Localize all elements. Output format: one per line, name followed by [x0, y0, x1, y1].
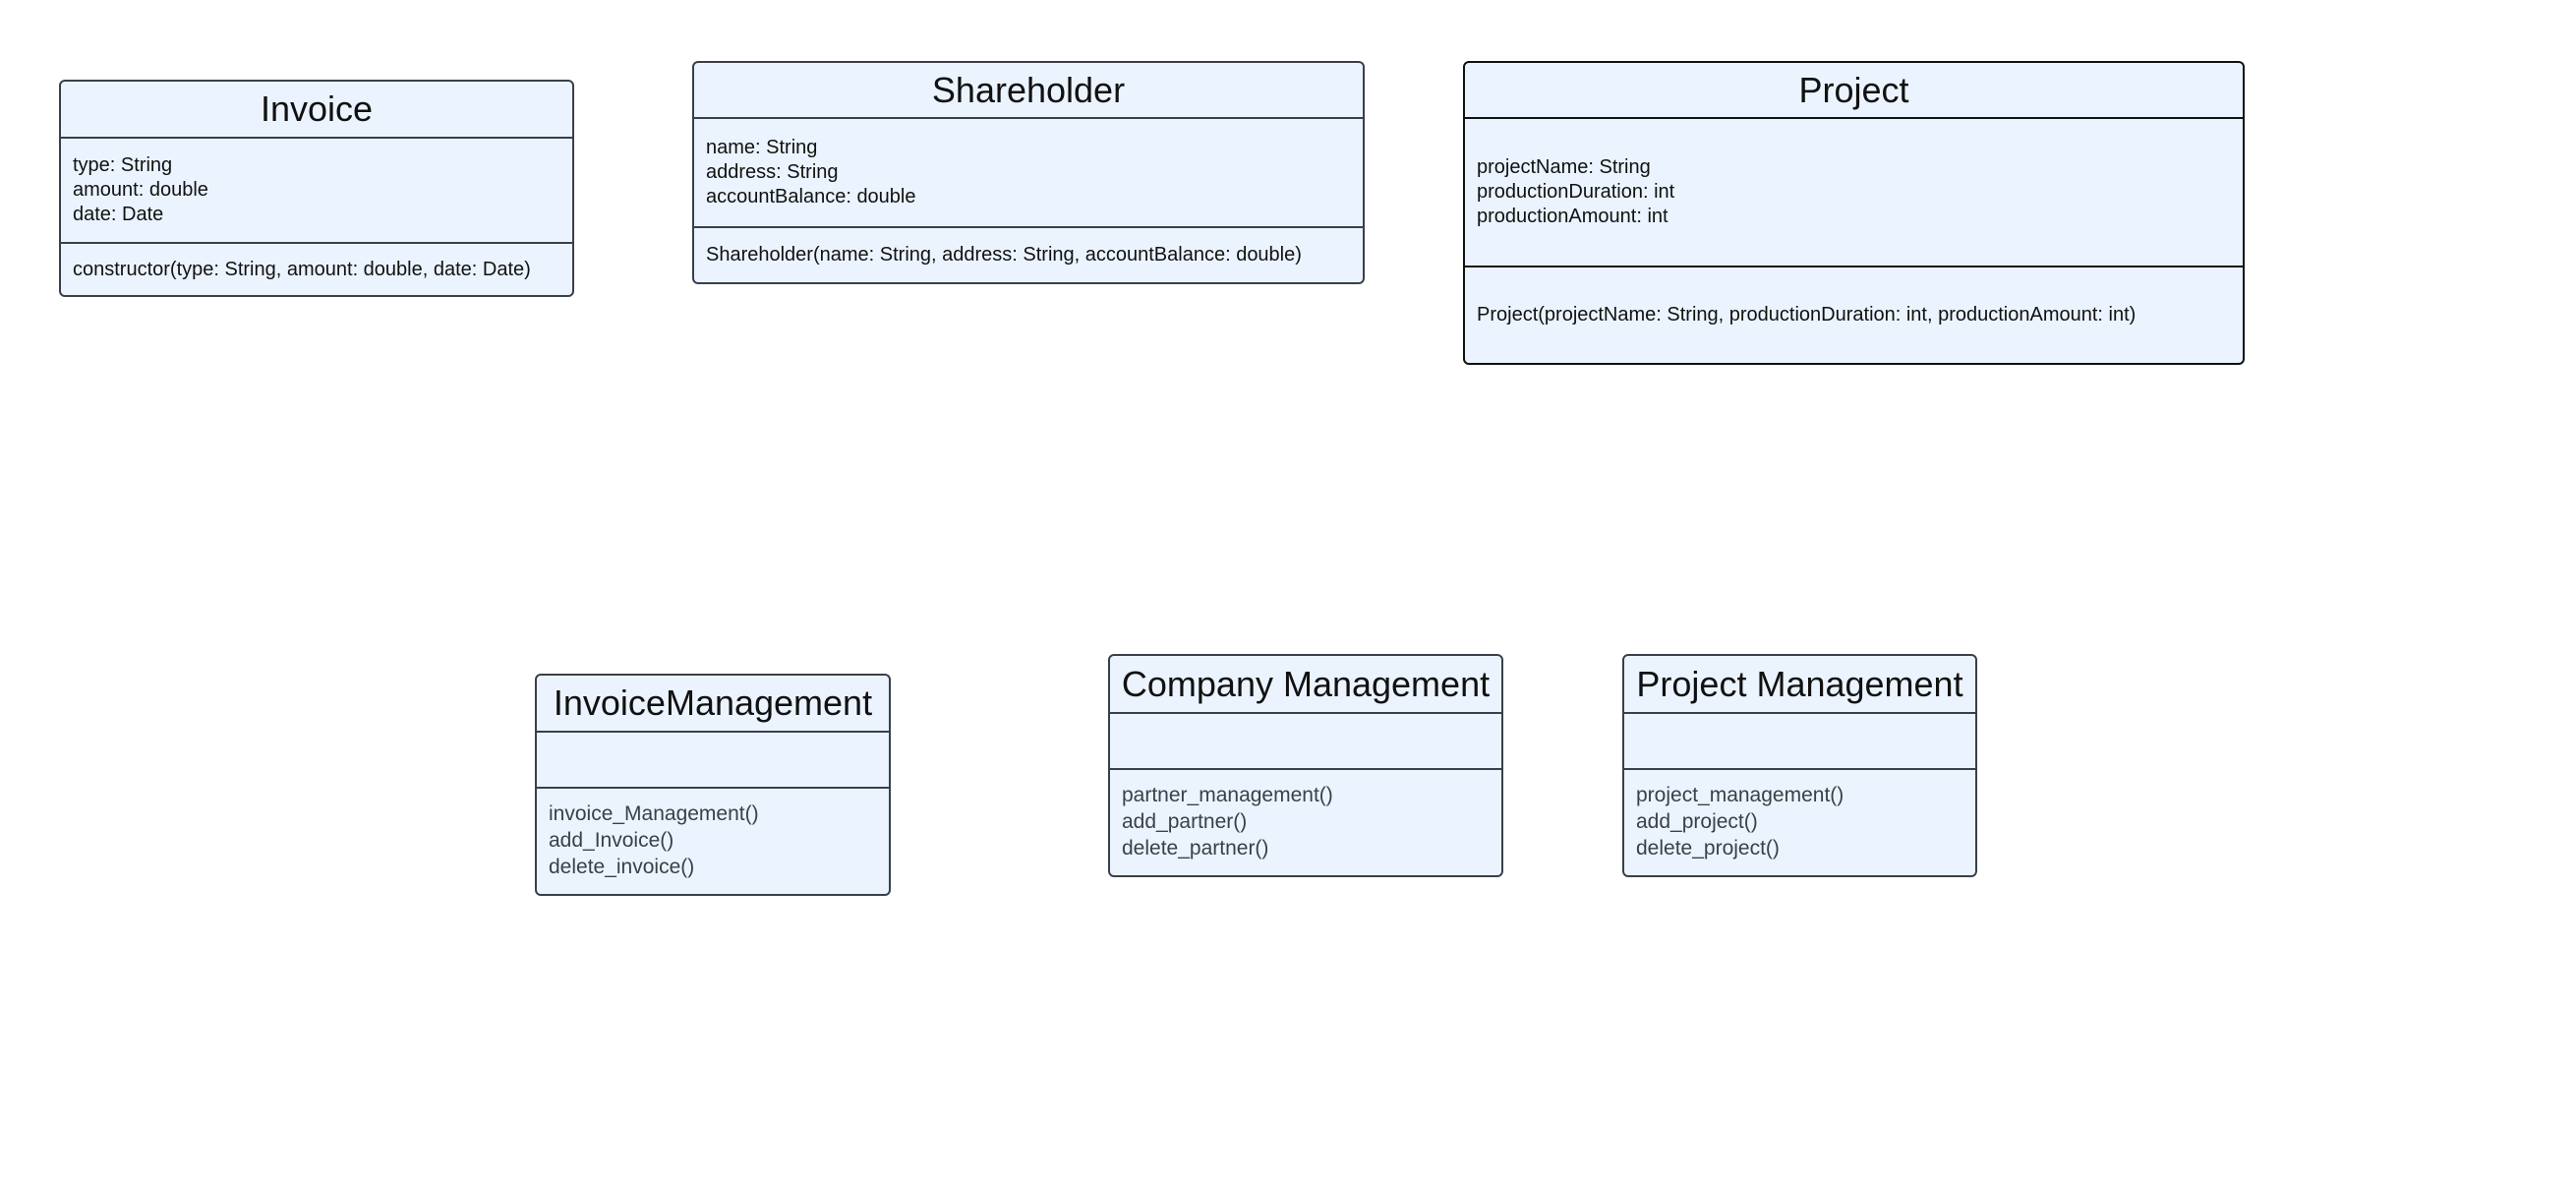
class-name: Company Management — [1110, 656, 1501, 714]
method: delete_partner() — [1122, 837, 1269, 860]
attribute: accountBalance: double — [706, 186, 916, 208]
attribute: projectName: String — [1477, 156, 1651, 178]
class-invoice-management[interactable]: InvoiceManagement invoice_Management() a… — [535, 674, 891, 896]
method: add_project() — [1636, 810, 1758, 833]
method: invoice_Management() — [549, 802, 759, 825]
attributes: name: String address: String accountBala… — [694, 119, 1363, 228]
attributes — [1624, 714, 1975, 770]
class-name: Shareholder — [694, 63, 1363, 119]
method: constructor(type: String, amount: double… — [73, 258, 531, 280]
method: Shareholder(name: String, address: Strin… — [706, 244, 1302, 266]
class-company-management[interactable]: Company Management partner_management() … — [1108, 654, 1503, 877]
methods: project_management() add_project() delet… — [1624, 770, 1975, 875]
class-project[interactable]: Project projectName: String productionDu… — [1463, 61, 2245, 365]
attribute: name: String — [706, 137, 818, 158]
methods: invoice_Management() add_Invoice() delet… — [537, 789, 889, 894]
attribute: productionDuration: int — [1477, 181, 1675, 203]
class-name: InvoiceManagement — [537, 676, 889, 733]
method: add_partner() — [1122, 810, 1248, 833]
class-name: Project Management — [1624, 656, 1975, 714]
attribute: type: String — [73, 154, 173, 176]
class-project-management[interactable]: Project Management project_management() … — [1622, 654, 1977, 877]
methods: Shareholder(name: String, address: Strin… — [694, 228, 1363, 282]
attribute: address: String — [706, 161, 839, 183]
attributes — [537, 733, 889, 789]
attributes: projectName: String productionDuration: … — [1465, 119, 2243, 267]
class-name: Invoice — [61, 82, 572, 139]
class-invoice[interactable]: Invoice type: String amount: double date… — [59, 80, 574, 297]
method: project_management() — [1636, 784, 1844, 806]
methods: constructor(type: String, amount: double… — [61, 244, 572, 295]
method: add_Invoice() — [549, 829, 674, 852]
attribute: amount: double — [73, 179, 208, 201]
method: partner_management() — [1122, 784, 1333, 806]
attribute: date: Date — [73, 204, 164, 225]
methods: Project(projectName: String, productionD… — [1465, 267, 2243, 363]
method: delete_project() — [1636, 837, 1780, 860]
attributes: type: String amount: double date: Date — [61, 139, 572, 244]
methods: partner_management() add_partner() delet… — [1110, 770, 1501, 875]
method: Project(projectName: String, productionD… — [1477, 304, 2137, 326]
attribute: productionAmount: int — [1477, 206, 1669, 227]
attributes — [1110, 714, 1501, 770]
class-name: Project — [1465, 63, 2243, 119]
method: delete_invoice() — [549, 856, 695, 878]
class-shareholder[interactable]: Shareholder name: String address: String… — [692, 61, 1365, 284]
